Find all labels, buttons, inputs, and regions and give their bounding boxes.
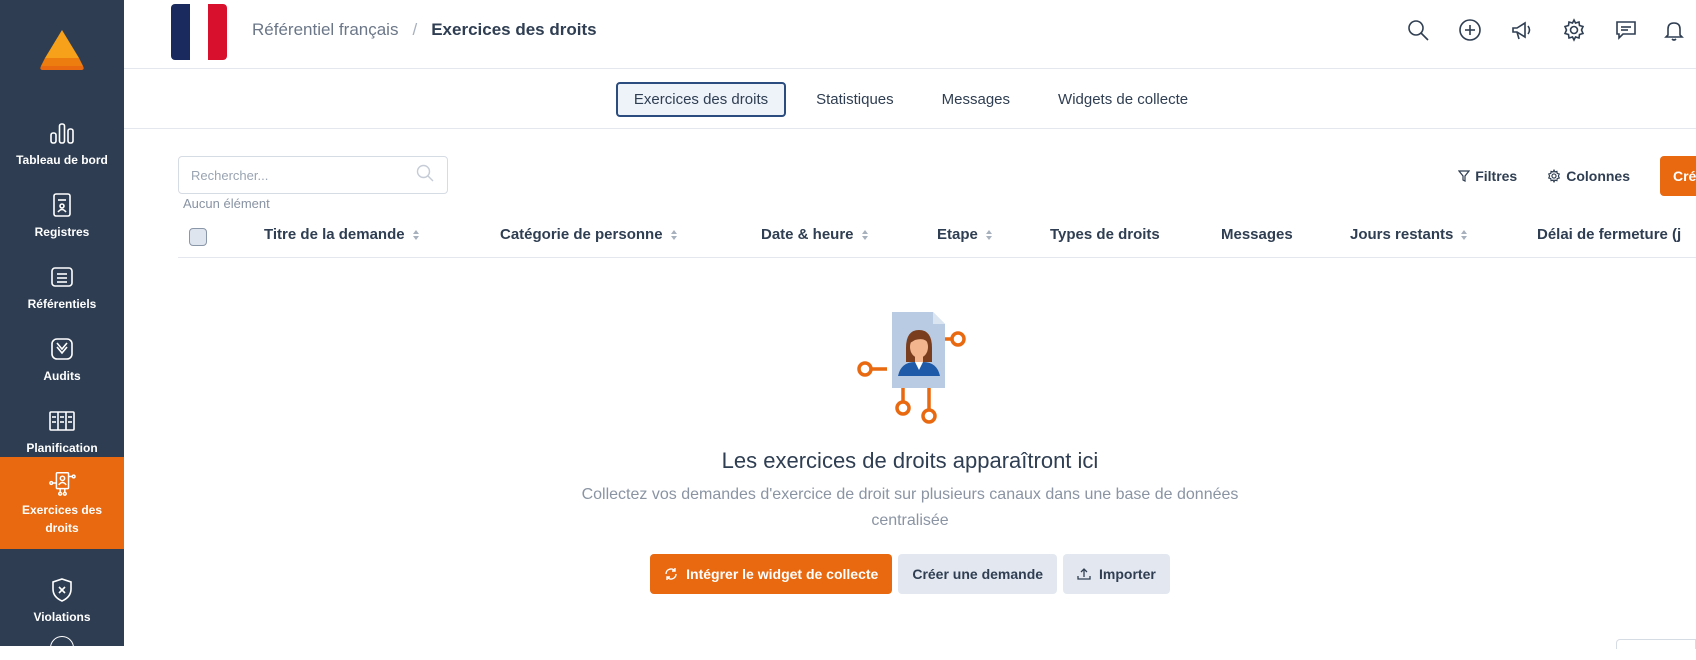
tab-exercices-des-droits[interactable]: Exercices des droits: [615, 81, 787, 117]
tab-widgets-de-collecte[interactable]: Widgets de collecte: [1040, 82, 1206, 117]
column-label: Catégorie de personne: [500, 226, 663, 243]
result-count: Aucun élément: [183, 196, 270, 211]
column-header[interactable]: Messages: [1221, 226, 1293, 243]
sidebar-more-icon: [50, 636, 74, 660]
search-icon[interactable]: [1392, 16, 1444, 44]
audit-icon: [48, 335, 76, 363]
bar-chart-icon: [48, 119, 76, 147]
create-request-button[interactable]: Créer une demande: [898, 554, 1058, 594]
column-header[interactable]: Jours restants: [1350, 226, 1468, 243]
sidebar-item-dashboard[interactable]: Tableau de bord: [0, 108, 124, 180]
sidebar-item-label: Planification: [26, 441, 98, 455]
add-icon[interactable]: [1444, 16, 1496, 44]
chat-icon[interactable]: [1600, 16, 1652, 44]
gear-icon: [1548, 169, 1561, 183]
sidebar-item-referentiels[interactable]: Référentiels: [0, 252, 124, 324]
integrate-widget-label: Intégrer le widget de collecte: [686, 566, 879, 582]
sidebar-item-label: Audits: [43, 369, 81, 383]
columns-label: Colonnes: [1566, 168, 1630, 184]
empty-state-description: Collectez vos demandes d'exercice de dro…: [581, 486, 1239, 529]
column-header[interactable]: Date & heure: [761, 226, 869, 243]
search-icon[interactable]: [415, 163, 435, 188]
gear-icon[interactable]: [1548, 16, 1600, 44]
sort-icon: [1460, 229, 1468, 241]
import-label: Importer: [1099, 566, 1156, 582]
tab-messages[interactable]: Messages: [924, 82, 1028, 117]
country-flag: [171, 4, 227, 60]
empty-state: Les exercices de droits apparaîtront ici…: [124, 310, 1696, 594]
create-button[interactable]: Créer: [1660, 156, 1696, 196]
select-all-checkbox[interactable]: [189, 228, 207, 246]
sidebar-item-label: Référentiels: [27, 297, 97, 311]
tab-bar: Exercices des droits Statistiques Messag…: [124, 70, 1696, 129]
rights-request-icon: [48, 469, 76, 497]
column-header[interactable]: Types de droits: [1050, 226, 1160, 243]
sidebar: Tableau de bord Registres Référentiels A…: [0, 0, 124, 660]
column-label: Jours restants: [1350, 226, 1454, 243]
column-header[interactable]: Catégorie de personne: [500, 226, 678, 243]
columns-button[interactable]: Colonnes: [1547, 168, 1630, 184]
sidebar-item-label: Registres: [34, 225, 90, 239]
integrate-widget-button[interactable]: Intégrer le widget de collecte: [650, 554, 893, 594]
app-logo[interactable]: [37, 28, 87, 72]
import-button[interactable]: Importer: [1063, 554, 1170, 594]
megaphone-icon[interactable]: [1496, 16, 1548, 44]
sidebar-item-label: Tableau de bord: [16, 153, 108, 167]
column-header[interactable]: Etape: [937, 226, 993, 243]
sidebar-item-audits[interactable]: Audits: [0, 324, 124, 396]
filters-button[interactable]: Filtres: [1458, 168, 1517, 184]
table-actions: Filtres Colonnes Créer: [1458, 156, 1696, 196]
breadcrumb-current: Exercices des droits: [431, 20, 597, 39]
refresh-icon: [665, 568, 677, 580]
search-input[interactable]: [191, 167, 415, 183]
table-header: Titre de la demande Catégorie de personn…: [178, 220, 1696, 258]
violation-shield-icon: [48, 576, 76, 604]
filter-icon: [1458, 170, 1471, 182]
column-label: Date & heure: [761, 226, 854, 243]
column-label: Titre de la demande: [264, 226, 405, 243]
planning-icon: [48, 407, 76, 435]
sort-icon: [985, 229, 993, 241]
breadcrumb: Référentiel français / Exercices des dro…: [252, 20, 597, 40]
bell-icon[interactable]: [1652, 16, 1696, 44]
top-bar: Référentiel français / Exercices des dro…: [124, 0, 1696, 69]
sidebar-item-label: Violations: [33, 610, 91, 624]
registry-icon: [48, 191, 76, 219]
stack-icon: [48, 263, 76, 291]
sidebar-item-label: Exercices des droits: [21, 503, 103, 535]
sort-icon: [861, 229, 869, 241]
upload-icon: [1077, 568, 1091, 580]
column-label: Délai de fermeture (j: [1537, 226, 1682, 243]
sidebar-item-registres[interactable]: Registres: [0, 180, 124, 252]
scroll-indicator: [1616, 639, 1696, 649]
breadcrumb-separator: /: [412, 20, 418, 39]
empty-state-title: Les exercices de droits apparaîtront ici: [721, 448, 1099, 473]
column-label: Types de droits: [1050, 226, 1160, 243]
filters-label: Filtres: [1475, 168, 1518, 184]
sort-icon: [412, 229, 420, 241]
column-label: Messages: [1221, 226, 1293, 243]
sidebar-item-violations[interactable]: Violations: [0, 565, 124, 637]
sidebar-item-exercices-des-droits[interactable]: Exercices des droits: [0, 457, 124, 549]
breadcrumb-parent[interactable]: Référentiel français: [252, 20, 398, 40]
column-header[interactable]: Titre de la demande: [264, 226, 420, 243]
empty-state-actions: Intégrer le widget de collecte Créer une…: [124, 554, 1696, 594]
sort-icon: [670, 229, 678, 241]
column-header[interactable]: Délai de fermeture (j: [1537, 226, 1681, 243]
tab-statistiques[interactable]: Statistiques: [798, 82, 912, 117]
header-icons: [1392, 16, 1696, 44]
empty-state-illustration: [857, 312, 966, 424]
column-label: Etape: [937, 226, 978, 243]
search-box: [178, 156, 448, 194]
